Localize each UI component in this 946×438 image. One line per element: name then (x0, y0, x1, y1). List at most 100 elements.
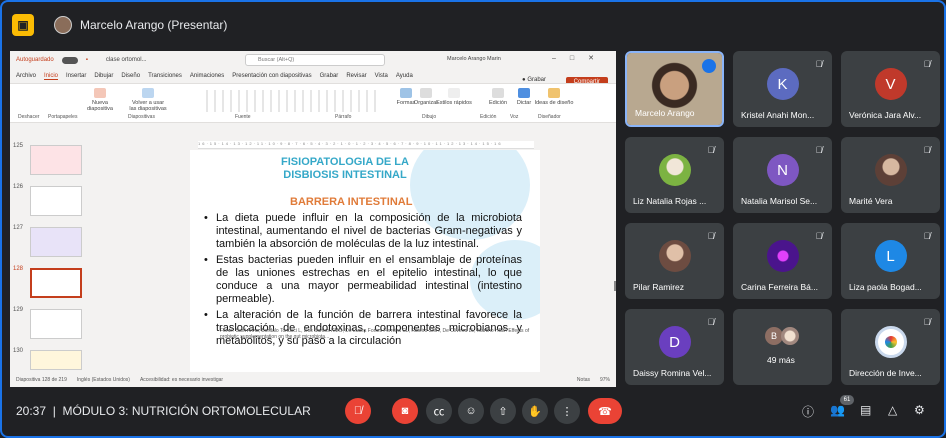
camera-off-button[interactable]: ◙ (392, 398, 418, 424)
activities-icon[interactable]: △ (888, 403, 897, 417)
search-input[interactable]: Buscar (Alt+Q) (245, 54, 385, 66)
mic-off-icon: 🎙̸ (707, 317, 715, 327)
participant-tile[interactable]: Marcelo Arango (625, 51, 724, 127)
tab-dibujar[interactable]: Dibujar (94, 73, 113, 79)
avatar: N (766, 154, 799, 186)
host-controls-icon[interactable]: ⚙ (914, 403, 925, 417)
ppt-user-name: Marcelo Arango Marin (447, 56, 501, 62)
present-button[interactable]: ⇧ (490, 398, 516, 424)
raise-hand-button[interactable]: ✋ (522, 398, 548, 424)
new-slide-button[interactable]: Nueva diapositiva (80, 88, 120, 112)
tab-presentacion[interactable]: Presentación con diapositivas (232, 73, 311, 79)
avatar: K (766, 68, 799, 100)
more-participants-label: 49 más (767, 355, 795, 365)
avatar (658, 240, 691, 272)
status-accessibility[interactable]: Accesibilidad: es necesario investigar (140, 377, 223, 383)
save-icon[interactable]: ▪ (86, 57, 88, 63)
mic-off-icon: 🎙̸ (923, 231, 931, 241)
tab-vista[interactable]: Vista (375, 73, 388, 79)
presenter-avatar (54, 16, 72, 34)
design-ideas-button[interactable]: Ideas de diseño (534, 88, 574, 106)
slide-thumbnails-pane: 125 126 127 128 129 130 (10, 141, 102, 371)
slide-title: FISIOPATOLOGIA DE LA DISBIOSIS INTESTINA… (190, 156, 540, 182)
microphone-off-button[interactable]: 🎙̸ (345, 398, 371, 424)
tab-inicio[interactable]: Inicio (44, 73, 59, 80)
slide-thumbnail[interactable] (30, 186, 82, 216)
mic-off-icon: 🎙̸ (815, 231, 823, 241)
avatar: L (874, 240, 907, 272)
quick-styles-label: Estilos rápidos (436, 100, 472, 106)
quick-styles-button[interactable]: Estilos rápidos (434, 88, 474, 106)
participant-name: Marcelo Arango (635, 108, 695, 118)
chat-icon[interactable]: ▤ (860, 403, 871, 417)
slide-number: 129 (13, 307, 24, 313)
people-count-badge: 61 (840, 395, 854, 405)
leave-call-button[interactable]: ☎ (588, 398, 622, 424)
group-paragraph: Párrafo (335, 114, 352, 120)
slide-subtitle: BARRERA INTESTINAL (290, 196, 413, 208)
slide-number: 130 (13, 348, 24, 354)
meeting-name: MÓDULO 3: NUTRICIÓN ORTOMOLECULAR (62, 404, 311, 418)
meet-window: ▣ Marcelo Arango (Presentar) Autoguardad… (0, 0, 946, 438)
tab-grabar[interactable]: Grabar (320, 73, 339, 79)
mic-off-icon: 🎙̸ (815, 145, 823, 155)
window-controls[interactable]: –□✕ (552, 54, 608, 62)
participant-tile[interactable]: 🎙̸ N Natalia Marisol Se... (733, 137, 832, 213)
more-participants-tile[interactable]: B 49 más (733, 309, 832, 385)
tab-transiciones[interactable]: Transiciones (148, 73, 182, 79)
presentation-icon[interactable]: ▣ (12, 14, 34, 36)
autosave-label: Autoguardado (16, 57, 54, 63)
notes-button[interactable]: Notas (577, 377, 590, 383)
tab-insertar[interactable]: Insertar (66, 73, 86, 79)
slide-thumbnail[interactable] (30, 227, 82, 257)
participant-tile[interactable]: 🎙̸ Marité Vera (841, 137, 940, 213)
tab-archivo[interactable]: Archivo (16, 73, 36, 79)
participant-tile[interactable]: 🎙̸ D Daissy Romina Vel... (625, 309, 724, 385)
zoom-level[interactable]: 97% (600, 377, 610, 383)
logo-icon (884, 336, 897, 348)
slide-number: 127 (13, 225, 24, 231)
current-slide[interactable]: FISIOPATOLOGIA DE LA DISBIOSIS INTESTINA… (190, 150, 540, 372)
participant-tile[interactable]: 🎙̸ L Liza paola Bogad... (841, 223, 940, 299)
tab-ayuda[interactable]: Ayuda (396, 73, 413, 79)
tab-diseno[interactable]: Diseño (121, 73, 140, 79)
shared-screen-powerpoint[interactable]: Autoguardado ▪ clase ortomol... Buscar (… (10, 51, 616, 387)
group-editing: Edición (480, 114, 497, 120)
emoji-button[interactable]: ☺ (458, 398, 484, 424)
slide-number: 126 (13, 184, 24, 190)
participant-tile[interactable]: 🎙̸ Carina Ferreira Bá... (733, 223, 832, 299)
participant-tile[interactable]: 🎙̸ K Kristel Anahi Mon... (733, 51, 832, 127)
reuse-slides-button[interactable]: Volver a usar las diapositivas (128, 88, 168, 112)
slide-thumbnail[interactable] (30, 145, 82, 175)
ppt-ribbon: Nueva diapositiva Volver a usar las diap… (10, 83, 616, 123)
top-bar: ▣ Marcelo Arango (Presentar) (2, 2, 944, 48)
mic-off-icon: 🎙̸ (815, 59, 823, 69)
tab-animaciones[interactable]: Animaciones (190, 73, 224, 79)
more-options-button[interactable]: ⋮ (554, 398, 580, 424)
slide-thumbnail[interactable] (30, 350, 82, 370)
info-icon[interactable]: ⓘ (802, 403, 814, 420)
participant-name: Kristel Anahi Mon... (741, 110, 815, 120)
autosave-toggle[interactable] (61, 56, 78, 64)
paragraph-tools[interactable] (320, 90, 382, 112)
participant-tile[interactable]: 🎙̸ Pilar Ramirez (625, 223, 724, 299)
tab-revisar[interactable]: Revisar (346, 73, 366, 79)
mic-off-icon: 🎙̸ (707, 145, 715, 155)
participant-name: Natalia Marisol Se... (741, 196, 818, 206)
horizontal-ruler: 16·15·14·13·12·11·10·9·8·7·6·5·4·3·2·1·0… (198, 141, 534, 149)
vertical-scrollbar[interactable] (614, 281, 616, 291)
slide-bullet: Estas bacterias pueden influir en el ens… (204, 254, 522, 306)
participant-tile[interactable]: 🎙̸ Liz Natalia Rojas ... (625, 137, 724, 213)
participant-name: Carina Ferreira Bá... (741, 282, 818, 292)
people-icon[interactable]: 👥 (830, 403, 845, 417)
captions-button[interactable]: ㏄ (426, 398, 452, 424)
new-slide-label: Nueva diapositiva (87, 100, 113, 112)
design-ideas-label: Ideas de diseño (534, 100, 574, 106)
participant-tile[interactable]: 🎙̸ V Verónica Jara Alv... (841, 51, 940, 127)
participant-tile[interactable]: 🎙̸ Dirección de Inve... (841, 309, 940, 385)
slide-thumbnail-selected[interactable] (30, 268, 82, 298)
mic-off-icon: 🎙̸ (923, 59, 931, 69)
font-formatting-tools[interactable] (200, 90, 320, 112)
mic-off-icon: 🎙̸ (923, 317, 931, 327)
slide-thumbnail[interactable] (30, 309, 82, 339)
